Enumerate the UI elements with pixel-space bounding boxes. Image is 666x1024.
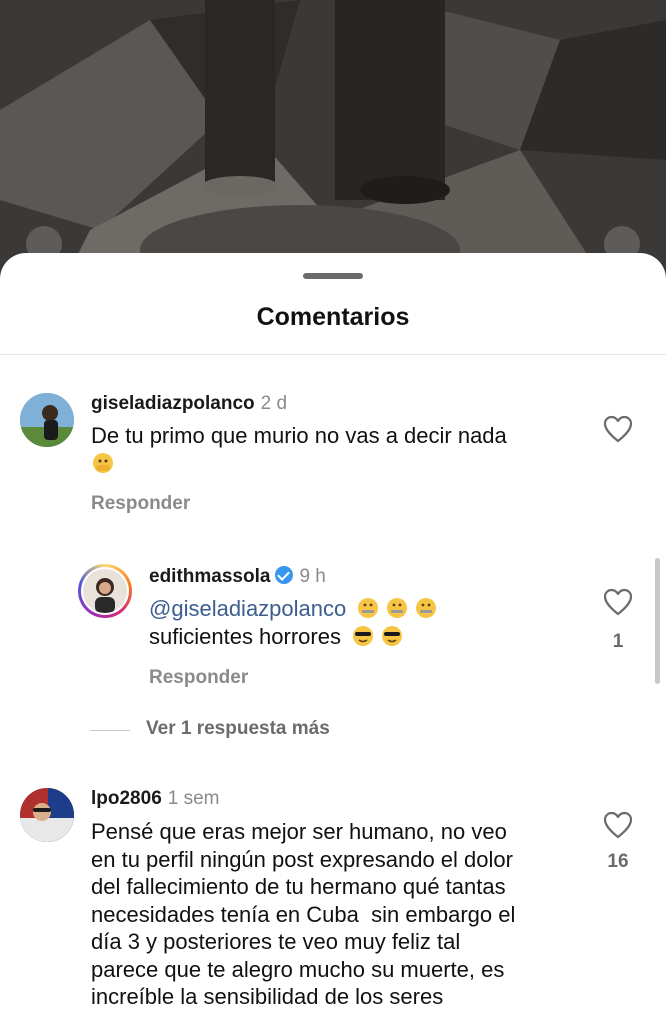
verified-badge-icon: [275, 566, 294, 584]
background-video-frame: [0, 0, 666, 290]
like-count: 1: [612, 631, 624, 652]
comment-line: del fallecimiento de tu hermano qué tant…: [91, 874, 506, 899]
reply-button[interactable]: Responder: [91, 493, 190, 515]
comment-time: 1 sem: [167, 788, 220, 809]
reply-item: edithmassola 9 h @giseladiazpolanco sufic…: [0, 553, 666, 703]
comment-line: parece que te alegro mucho su muerte, es: [91, 956, 505, 982]
heart-outline-icon[interactable]: [603, 588, 633, 616]
reply-text: @giseladiazpolanco suficientes horrores: [149, 595, 609, 650]
comment-text: Pensé que eras mejor ser humano, no veo …: [91, 818, 591, 1011]
comment-meta: giseladiazpolanco 2 d: [91, 393, 287, 415]
smiling-face-with-sunglasses-emoji: [351, 624, 375, 648]
comment-meta: lpo2806 1 sem: [91, 788, 220, 810]
avatar-story-ring[interactable]: [78, 564, 132, 618]
zipper-mouth-face-emoji: [356, 596, 380, 620]
comment-item: giseladiazpolanco 2 d De tu primo que mur…: [0, 253, 666, 533]
comments-sheet: Comentarios giseladiazpolanco 2 d De tu p…: [0, 253, 666, 1024]
smiling-face-with-sunglasses-emoji: [380, 624, 404, 648]
zipper-mouth-face-emoji: [414, 596, 438, 620]
more-replies-label[interactable]: Ver 1 respuesta más: [146, 718, 330, 740]
comment-line: increíble la sensibilidad de los seres: [91, 984, 444, 1009]
comment-line: necesidades tenía en Cuba sin embargo el: [91, 901, 516, 927]
reply-button[interactable]: Responder: [149, 667, 248, 689]
like-count: 16: [607, 851, 629, 872]
avatar[interactable]: [20, 393, 74, 447]
comment-line: en tu perfil ningún post expresando el d…: [91, 846, 513, 872]
mention-link[interactable]: @giseladiazpolanco: [149, 596, 346, 621]
comment-line: Pensé que eras mejor ser humano, no veo: [91, 819, 507, 844]
zipper-mouth-face-emoji: [385, 596, 409, 620]
comment-text: De tu primo que murio no vas a decir nad…: [91, 422, 591, 477]
comment-username[interactable]: lpo2806: [91, 788, 162, 809]
comment-body: De tu primo que murio no vas a decir nad…: [91, 423, 507, 448]
reply-body: suficientes horrores: [149, 623, 341, 649]
comment-line: día 3 y posteriores te veo muy feliz tal: [91, 929, 461, 954]
comment-time: 2 d: [260, 393, 288, 414]
face-with-hand-over-mouth-emoji: [91, 451, 115, 475]
more-replies-line: [90, 730, 130, 731]
reply-time: 9 h: [299, 566, 326, 587]
background-floor-image: [0, 0, 666, 290]
comment-username[interactable]: giseladiazpolanco: [91, 393, 255, 414]
heart-outline-icon[interactable]: [603, 415, 633, 443]
reply-meta: edithmassola 9 h: [149, 566, 326, 588]
comment-item: lpo2806 1 sem Pensé que eras mejor ser hu…: [0, 778, 666, 1024]
reply-username[interactable]: edithmassola: [149, 566, 270, 587]
avatar[interactable]: [20, 788, 74, 842]
heart-outline-icon[interactable]: [603, 811, 633, 839]
